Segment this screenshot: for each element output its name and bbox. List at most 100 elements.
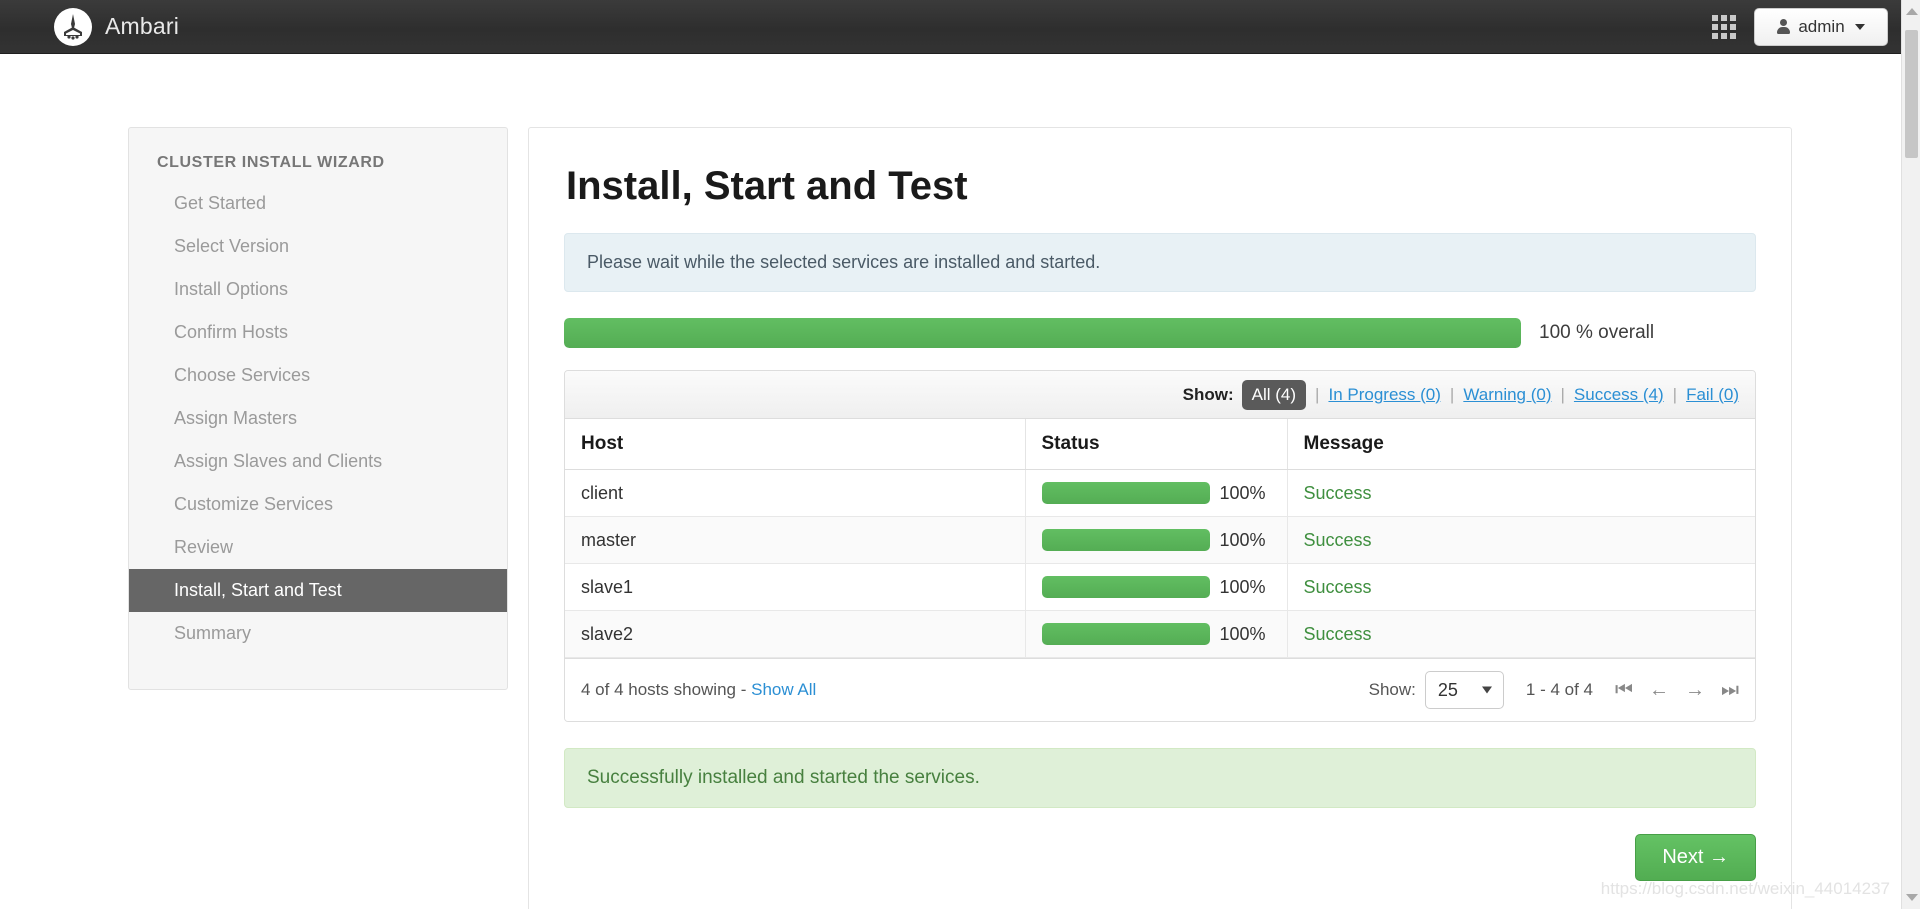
grid-apps-icon[interactable] [1712, 14, 1736, 39]
page-first-icon[interactable]: ⏮ [1615, 680, 1633, 700]
filter-fail[interactable]: Fail (0) [1686, 385, 1739, 405]
watermark: https://blog.csdn.net/weixin_44014237 [1600, 879, 1890, 898]
column-header-message[interactable]: Message [1287, 419, 1755, 470]
sidebar-item-choose-services[interactable]: Choose Services [129, 354, 507, 397]
table-header-row: Host Status Message [565, 419, 1755, 470]
cell-message: Success [1287, 516, 1755, 564]
main-panel: Install, Start and Test Please wait whil… [528, 127, 1792, 909]
sidebar-item-install-options[interactable]: Install Options [129, 268, 507, 311]
brand-name: Ambari [105, 13, 180, 39]
pagination-controls: ⏮ ← → ⏭ [1615, 680, 1739, 700]
sidebar-item-assign-slaves-and-clients[interactable]: Assign Slaves and Clients [129, 440, 507, 483]
show-all-link[interactable]: Show All [751, 680, 816, 699]
filter-warning[interactable]: Warning (0) [1463, 385, 1551, 405]
row-progress-bar [1041, 529, 1210, 551]
cell-host: slave1 [565, 563, 1026, 611]
row-progress: 100% [1041, 576, 1287, 598]
next-button[interactable]: Next → [1635, 834, 1756, 881]
row-progress-bar [1041, 576, 1210, 598]
page-size-select-box[interactable]: 102550100 [1424, 671, 1504, 709]
column-header-status[interactable]: Status [1025, 419, 1288, 470]
sidebar-item-summary[interactable]: Summary [129, 612, 507, 655]
page-size-control: Show: 102550100 [1369, 671, 1504, 709]
page-last-icon[interactable]: ⏭ [1721, 680, 1739, 700]
scroll-up-icon[interactable] [1906, 8, 1918, 15]
top-navbar: Ambari admin [0, 0, 1920, 54]
brand[interactable]: Ambari [54, 7, 180, 46]
page-size-select[interactable]: 102550100 [1424, 671, 1504, 709]
panel-actions: Next → [564, 834, 1756, 881]
cell-host: client [565, 469, 1026, 517]
filter-success[interactable]: Success (4) [1574, 385, 1664, 405]
footer-controls: Show: 102550100 1 - 4 of 4 ⏮ ← → ⏭ [1369, 671, 1739, 709]
sidebar-title: CLUSTER INSTALL WIZARD [157, 154, 385, 171]
row-progress: 100% [1041, 482, 1287, 504]
table-row[interactable]: master 100% Success [565, 516, 1755, 564]
ambari-logo-icon [54, 7, 92, 46]
status-badge: Success [1303, 482, 1372, 503]
page-scrollbar[interactable] [1901, 0, 1920, 909]
cell-message: Success [1287, 563, 1755, 611]
overall-progress-label: 100 % overall [1539, 322, 1655, 343]
table-row[interactable]: slave2 100% Success [565, 610, 1755, 658]
filter-separator-3: | [1560, 384, 1565, 404]
table-row[interactable]: client 100% Success [565, 469, 1755, 517]
sidebar-item-select-version[interactable]: Select Version [129, 225, 507, 268]
page-size-label: Show: [1368, 680, 1416, 699]
row-progress-label: 100% [1219, 482, 1266, 503]
hosts-table: Host Status Message client 100% Success mas… [565, 419, 1755, 658]
cell-host: slave2 [565, 610, 1026, 658]
scrollbar-thumb[interactable] [1905, 30, 1918, 158]
filter-separator-4: | [1672, 384, 1678, 404]
row-progress-bar [1041, 482, 1210, 504]
status-filter-bar: Show: All (4) | In Progress (0) | Warnin… [565, 371, 1755, 419]
sidebar-item-customize-services[interactable]: Customize Services [129, 483, 507, 526]
table-row[interactable]: slave1 100% Success [565, 563, 1755, 611]
pagination-range: 1 - 4 of 4 [1525, 680, 1593, 699]
row-progress: 100% [1041, 623, 1287, 645]
status-badge: Success [1303, 529, 1372, 550]
page-body: CLUSTER INSTALL WIZARD Get Started Selec… [0, 54, 1920, 909]
row-progress: 100% [1041, 529, 1287, 551]
info-alert: Please wait while the selected services … [564, 233, 1756, 292]
scroll-down-icon[interactable] [1906, 894, 1918, 901]
hosts-showing-text: 4 of 4 hosts showing - Show All [581, 680, 816, 700]
sidebar-item-assign-masters[interactable]: Assign Masters [129, 397, 507, 440]
showing-count: 4 of 4 hosts showing - [581, 680, 747, 699]
hosts-table-box: Show: All (4) | In Progress (0) | Warnin… [564, 370, 1756, 722]
status-badge: Success [1303, 576, 1372, 597]
success-alert: Successfully installed and started the s… [564, 748, 1756, 808]
person-icon [1777, 19, 1791, 34]
overall-progress: 100 % overall [564, 318, 1756, 348]
overall-progress-fill [564, 318, 1521, 348]
wizard-sidebar: CLUSTER INSTALL WIZARD Get Started Selec… [128, 127, 508, 690]
sidebar-item-review[interactable]: Review [129, 526, 507, 569]
cell-status: 100% [1025, 610, 1288, 658]
row-progress-label: 100% [1219, 529, 1266, 550]
page-prev-icon[interactable]: ← [1649, 680, 1669, 700]
row-progress-bar [1041, 623, 1210, 645]
sidebar-item-install-start-and-test[interactable]: Install, Start and Test [129, 569, 507, 612]
cell-host: master [565, 516, 1026, 564]
status-badge: Success [1303, 623, 1372, 644]
page-next-icon[interactable]: → [1685, 680, 1705, 700]
filter-separator-1: | [1315, 384, 1320, 404]
admin-menu-button[interactable]: admin [1754, 7, 1888, 46]
row-progress-label: 100% [1219, 576, 1266, 597]
filter-in-progress[interactable]: In Progress (0) [1328, 385, 1440, 405]
admin-label: admin [1798, 16, 1845, 36]
filter-all[interactable]: All (4) [1241, 379, 1307, 410]
cell-message: Success [1287, 469, 1755, 517]
column-header-host[interactable]: Host [565, 419, 1026, 470]
table-footer: 4 of 4 hosts showing - Show All Show: 10… [565, 658, 1755, 721]
caret-down-icon [1854, 23, 1865, 30]
filter-show-label: Show: [1182, 384, 1234, 404]
sidebar-item-get-started[interactable]: Get Started [129, 182, 507, 225]
filter-separator-2: | [1449, 384, 1455, 404]
sidebar-item-confirm-hosts[interactable]: Confirm Hosts [129, 311, 507, 354]
navbar-right: admin [1712, 7, 1920, 46]
row-progress-label: 100% [1219, 623, 1266, 644]
cell-status: 100% [1025, 469, 1288, 517]
cell-status: 100% [1025, 563, 1288, 611]
overall-progress-track [564, 318, 1521, 348]
